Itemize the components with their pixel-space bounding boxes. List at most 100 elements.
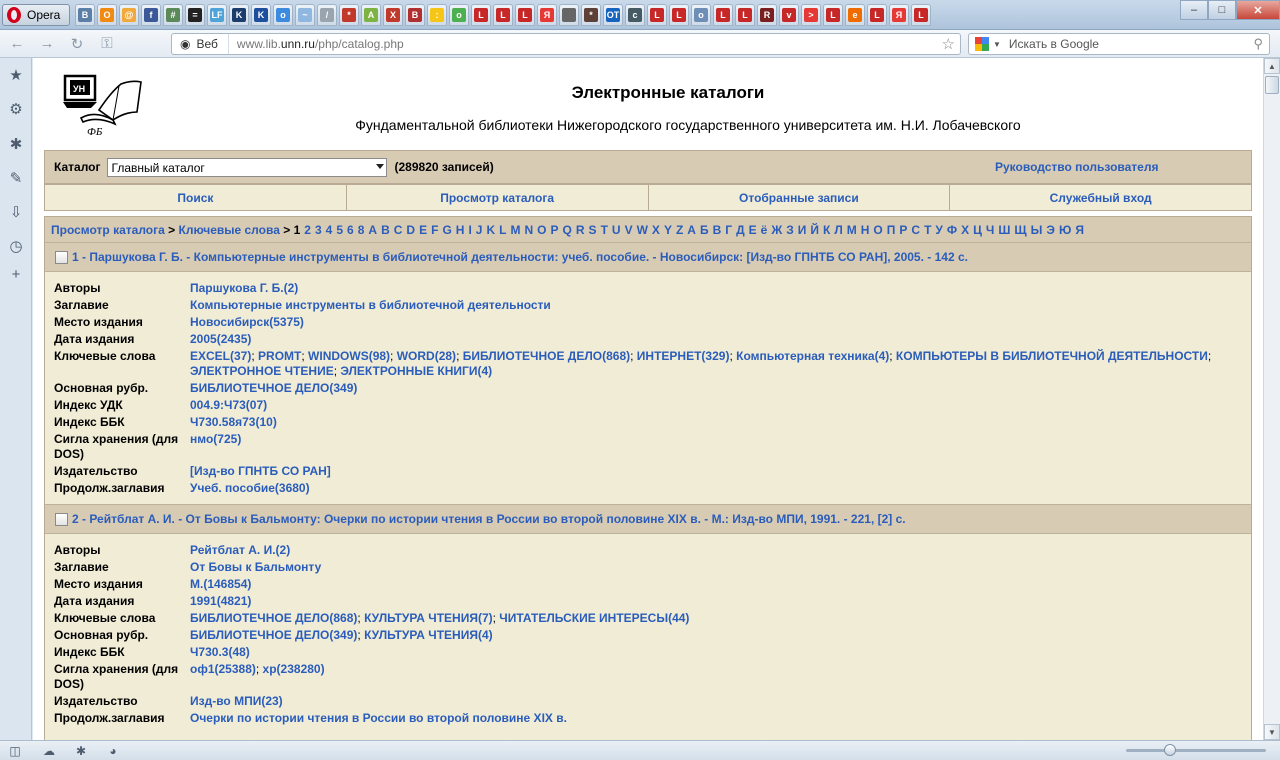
alphabet-letter[interactable]: H: [456, 223, 465, 237]
maximize-icon[interactable]: □: [1208, 0, 1236, 20]
browser-tab[interactable]: >: [801, 3, 821, 26]
field-value-link[interactable]: ЭЛЕКТРОННЫЕ КНИГИ(4): [340, 364, 492, 378]
browser-tab[interactable]: A: [361, 3, 381, 26]
alphabet-letter[interactable]: O: [537, 223, 546, 237]
field-value-link[interactable]: От Бовы к Бальмонту: [190, 560, 321, 574]
alphabet-letter[interactable]: Q: [563, 223, 572, 237]
field-value-link[interactable]: ИНТЕРНЕТ(329): [637, 349, 730, 363]
alphabet-letter[interactable]: C: [394, 223, 403, 237]
alphabet-letter[interactable]: Z: [676, 223, 683, 237]
browser-tab[interactable]: =: [185, 3, 205, 26]
browser-tab[interactable]: R: [757, 3, 777, 26]
browser-tab[interactable]: X: [383, 3, 403, 26]
menu-search[interactable]: Поиск: [45, 185, 347, 210]
alphabet-letter[interactable]: Х: [961, 223, 969, 237]
bookmarks-star-icon[interactable]: ★: [8, 67, 24, 84]
field-value-link[interactable]: Изд-во МПИ(23): [190, 694, 283, 708]
browser-tab[interactable]: *: [339, 3, 359, 26]
record-checkbox[interactable]: [55, 250, 68, 264]
browser-tab[interactable]: L: [867, 3, 887, 26]
alphabet-letter[interactable]: 2: [304, 223, 311, 237]
alphabet-letter[interactable]: K: [486, 223, 495, 237]
alphabet-letter[interactable]: А: [687, 223, 696, 237]
breadcrumb-keywords[interactable]: Ключевые слова: [179, 223, 280, 237]
browser-tab[interactable]: K: [251, 3, 271, 26]
browser-tab[interactable]: ~: [295, 3, 315, 26]
browser-tab[interactable]: L: [471, 3, 491, 26]
alphabet-letter[interactable]: Б: [700, 223, 709, 237]
field-value-link[interactable]: КУЛЬТУРА ЧТЕНИЯ(4): [364, 628, 493, 642]
alphabet-letter[interactable]: M: [511, 223, 521, 237]
browser-tab[interactable]: L: [493, 3, 513, 26]
browser-tab[interactable]: e: [845, 3, 865, 26]
alphabet-letter[interactable]: W: [637, 223, 648, 237]
alphabet-letter[interactable]: Ш: [998, 223, 1010, 237]
alphabet-letter[interactable]: N: [525, 223, 534, 237]
field-value-link[interactable]: БИБЛИОТЕЧНОЕ ДЕЛО(349): [190, 628, 357, 642]
zoom-slider[interactable]: [1126, 744, 1266, 756]
alphabet-letter[interactable]: Ы: [1031, 223, 1043, 237]
browser-tab[interactable]: L: [735, 3, 755, 26]
alphabet-letter[interactable]: F: [431, 223, 438, 237]
browser-tab[interactable]: o: [273, 3, 293, 26]
alphabet-letter[interactable]: Ж: [771, 223, 782, 237]
alphabet-letter[interactable]: Э: [1046, 223, 1055, 237]
browser-tab[interactable]: *: [581, 3, 601, 26]
alphabet-letter[interactable]: Н: [861, 223, 870, 237]
browser-tab[interactable]: /: [317, 3, 337, 26]
alphabet-letter[interactable]: Ф: [947, 223, 957, 237]
menu-browse-catalog[interactable]: Просмотр каталога: [347, 185, 649, 210]
alphabet-letter[interactable]: V: [625, 223, 633, 237]
alphabet-letter[interactable]: B: [381, 223, 390, 237]
alphabet-letter[interactable]: Е: [749, 223, 757, 237]
alphabet-letter[interactable]: И: [798, 223, 807, 237]
scroll-thumb[interactable]: [1265, 76, 1279, 94]
field-value-link[interactable]: Очерки по истории чтения в России во вто…: [190, 711, 567, 725]
field-value-link[interactable]: [Изд-во ГПНТБ СО РАН]: [190, 464, 331, 478]
field-value-link[interactable]: 004.9:Ч73(07): [190, 398, 267, 412]
browser-tab[interactable]: O: [97, 3, 117, 26]
field-value-link[interactable]: 1991(4821): [190, 594, 251, 608]
alphabet-letter[interactable]: ё: [761, 223, 768, 237]
field-value-link[interactable]: Компьютерная техника(4): [736, 349, 889, 363]
field-value-link[interactable]: Рейтблат А. И.(2): [190, 543, 290, 557]
unite-icon[interactable]: ✱: [8, 136, 24, 153]
browser-tab[interactable]: v: [779, 3, 799, 26]
browser-tab[interactable]: [559, 3, 579, 26]
browser-tab[interactable]: @: [119, 3, 139, 26]
alphabet-letter[interactable]: P: [551, 223, 559, 237]
speed-dial-icon[interactable]: ◕: [102, 743, 124, 759]
alphabet-letter[interactable]: Р: [899, 223, 907, 237]
field-value-link[interactable]: PROMT: [258, 349, 301, 363]
alphabet-letter[interactable]: 3: [315, 223, 322, 237]
search-engine-dropdown-icon[interactable]: ▼: [993, 40, 1001, 49]
alphabet-letter[interactable]: T: [601, 223, 608, 237]
add-panel-icon[interactable]: +: [8, 266, 24, 283]
address-bar[interactable]: ◉ Веб www.lib.unn.ru/php/catalog.php ☆: [171, 33, 961, 55]
close-window-icon[interactable]: ✕: [1236, 0, 1280, 20]
notes-icon[interactable]: ✎: [8, 170, 24, 187]
browser-tab[interactable]: K: [229, 3, 249, 26]
browser-tab[interactable]: :: [427, 3, 447, 26]
alphabet-letter[interactable]: Ч: [986, 223, 994, 237]
bookmark-star-icon[interactable]: ☆: [942, 35, 955, 53]
scroll-down-icon[interactable]: ▼: [1264, 724, 1280, 740]
zoom-knob[interactable]: [1164, 744, 1177, 756]
page-scrollbar[interactable]: ▲ ▼: [1263, 58, 1280, 740]
field-value-link[interactable]: Паршукова Г. Б.(2): [190, 281, 298, 295]
alphabet-letter[interactable]: Ц: [973, 223, 982, 237]
browser-tab[interactable]: L: [823, 3, 843, 26]
alphabet-letter[interactable]: Щ: [1014, 223, 1026, 237]
browser-tab[interactable]: #: [163, 3, 183, 26]
field-value-link[interactable]: КОМПЬЮТЕРЫ В БИБЛИОТЕЧНОЙ ДЕЯТЕЛЬНОСТИ: [896, 349, 1208, 363]
field-value-link[interactable]: 2005(2435): [190, 332, 251, 346]
back-icon[interactable]: ←: [4, 33, 30, 55]
history-clock-icon[interactable]: ◷: [8, 238, 24, 255]
panel-toggle-icon[interactable]: ◫: [4, 743, 26, 759]
browser-tab[interactable]: Я: [889, 3, 909, 26]
browser-tab[interactable]: L: [647, 3, 667, 26]
field-value-link[interactable]: М.(146854): [190, 577, 251, 591]
field-value-link[interactable]: ЧИТАТЕЛЬСКИЕ ИНТЕРЕСЫ(44): [499, 611, 689, 625]
browser-tab[interactable]: o: [449, 3, 469, 26]
settings-gear-icon[interactable]: ⚙: [8, 101, 24, 118]
